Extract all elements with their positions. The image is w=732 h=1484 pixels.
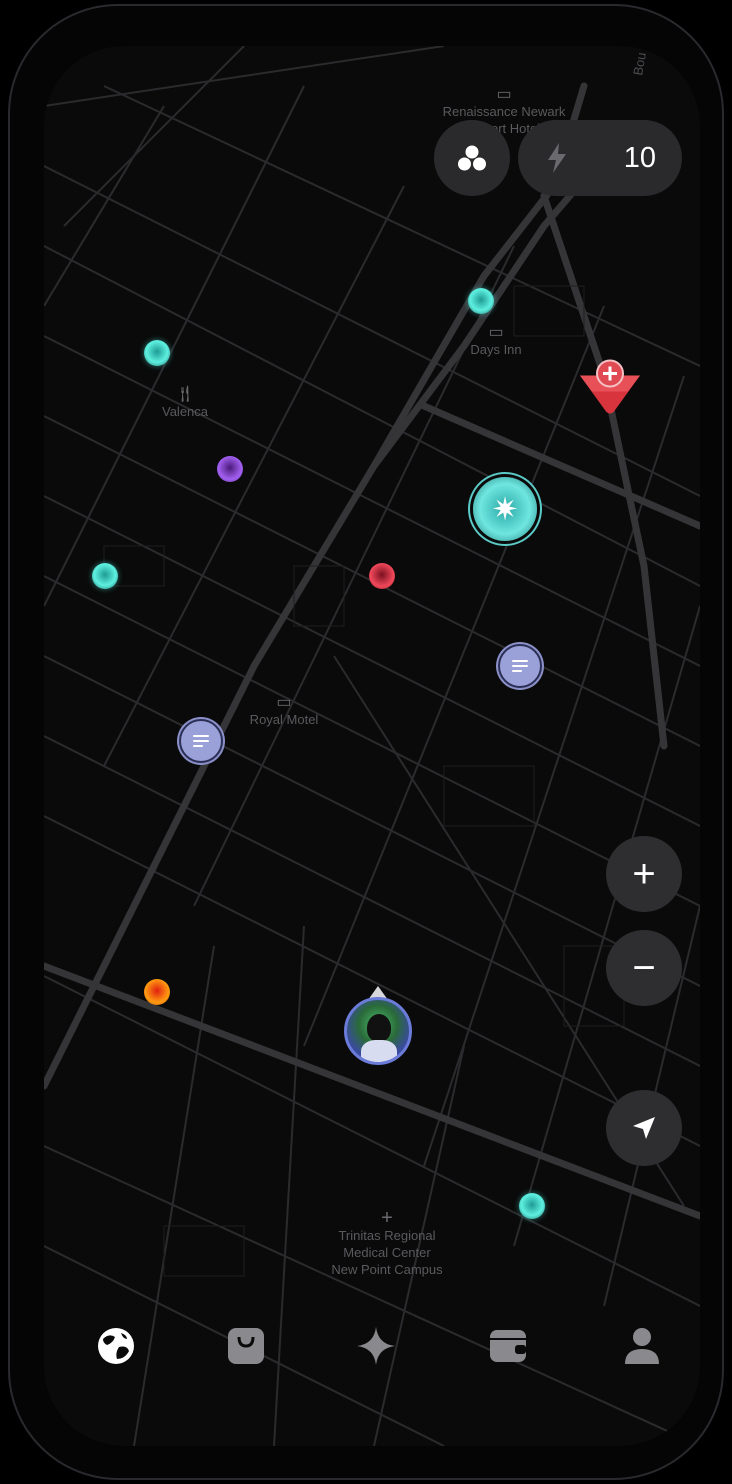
teal-marker[interactable]: [519, 1193, 545, 1219]
tab-bar: [44, 1316, 700, 1396]
note-marker[interactable]: [179, 719, 223, 763]
teal-marker[interactable]: [92, 563, 118, 589]
teal-marker[interactable]: [468, 288, 494, 314]
lightning-icon: [548, 143, 566, 173]
purple-marker[interactable]: [217, 456, 243, 482]
place-line: Renaissance Newark: [442, 104, 566, 119]
place-line: Medical Center: [343, 1245, 431, 1260]
groups-icon: [458, 145, 486, 171]
locate-button[interactable]: [606, 1090, 682, 1166]
hospital-cross-icon: +: [381, 1207, 393, 1229]
minus-icon: −: [632, 945, 656, 990]
place-royal-motel: ▭ Royal Motel: [250, 694, 319, 728]
energy-counter[interactable]: 10: [518, 120, 682, 196]
starburst-icon: ✷: [491, 491, 519, 527]
wallet-icon: [490, 1330, 526, 1362]
red-marker[interactable]: [369, 563, 395, 589]
navigation-arrow-icon: [633, 1117, 655, 1139]
bed-icon: ▭: [276, 694, 292, 711]
teal-marker[interactable]: [144, 340, 170, 366]
health-pin-icon: [580, 359, 640, 414]
place-line: Royal Motel: [249, 712, 319, 727]
orange-marker[interactable]: [144, 979, 170, 1005]
place-line: Trinitas Regional: [338, 1228, 436, 1243]
place-line: Days Inn: [470, 342, 522, 357]
place-days-inn: ▭ Days Inn: [470, 324, 521, 358]
tab-wallet[interactable]: [478, 1316, 538, 1376]
note-icon: [193, 732, 209, 750]
place-trinitas: + Trinitas Regional Medical Center New P…: [331, 1207, 443, 1278]
zoom-in-button[interactable]: +: [606, 836, 682, 912]
place-valenca: 🍴︎ Valenca: [162, 386, 208, 420]
bed-icon: ▭: [496, 86, 512, 103]
note-marker[interactable]: [498, 644, 542, 688]
energy-count: 10: [623, 141, 656, 174]
globe-icon: [98, 1328, 134, 1364]
place-line: New Point Campus: [331, 1262, 443, 1277]
sparkle-icon: [357, 1327, 395, 1365]
street-label: Bou: [630, 51, 649, 76]
zoom-out-button[interactable]: −: [606, 930, 682, 1006]
bag-icon: [228, 1328, 264, 1364]
app-screen: Bou ▭ Renaissance Newark Airport Hotel ▭…: [44, 46, 700, 1446]
groups-button[interactable]: [434, 120, 510, 196]
tab-profile[interactable]: [612, 1316, 672, 1376]
user-avatar[interactable]: [344, 997, 412, 1065]
phone-frame: Bou ▭ Renaissance Newark Airport Hotel ▭…: [8, 4, 724, 1480]
plus-icon: +: [632, 851, 656, 896]
health-pin-marker[interactable]: [578, 352, 642, 421]
person-icon: [625, 1328, 659, 1364]
sparkle-marker[interactable]: ✷: [473, 477, 537, 541]
tab-shop[interactable]: [216, 1316, 276, 1376]
fork-knife-icon: 🍴︎: [174, 386, 196, 403]
tab-sparkle[interactable]: [346, 1316, 406, 1376]
place-line: Valenca: [161, 404, 209, 419]
tab-globe[interactable]: [86, 1316, 146, 1376]
note-icon: [512, 657, 528, 675]
bed-icon: ▭: [488, 324, 504, 341]
